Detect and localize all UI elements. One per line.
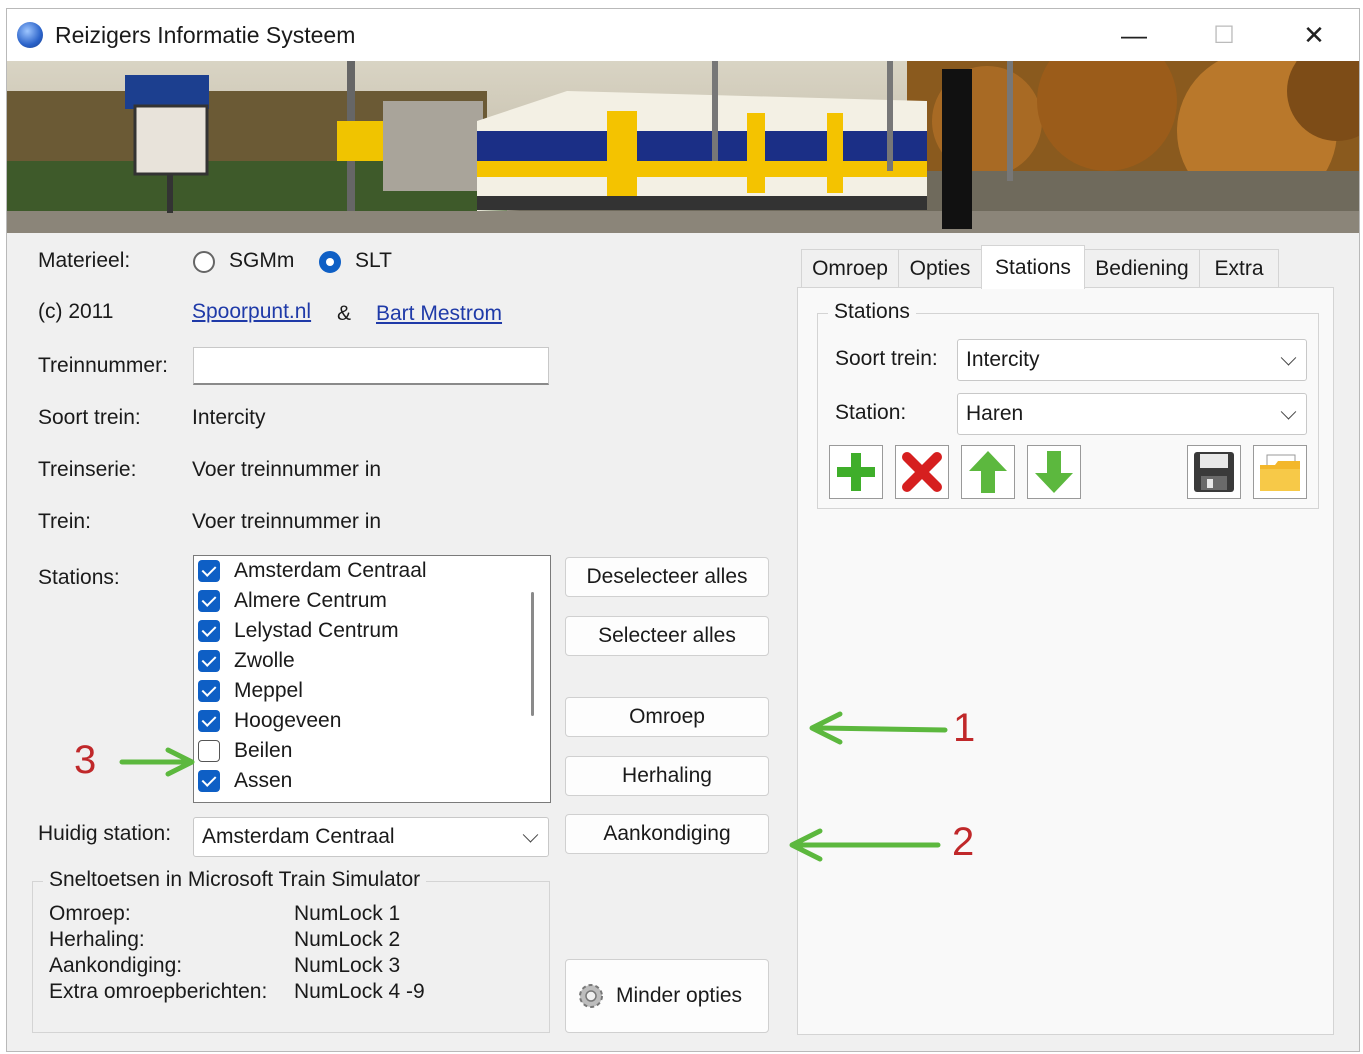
annotation-number-2: 2 bbox=[952, 820, 975, 864]
annotation-number-1: 1 bbox=[953, 706, 976, 750]
annotation-number-3: 3 bbox=[74, 738, 97, 782]
annotation-overlay bbox=[119, 711, 948, 862]
arrow-3-icon bbox=[119, 747, 195, 777]
tab-stations[interactable]: Stations bbox=[981, 245, 1085, 289]
arrow-2-icon bbox=[789, 828, 941, 862]
arrow-1-icon bbox=[809, 711, 948, 745]
